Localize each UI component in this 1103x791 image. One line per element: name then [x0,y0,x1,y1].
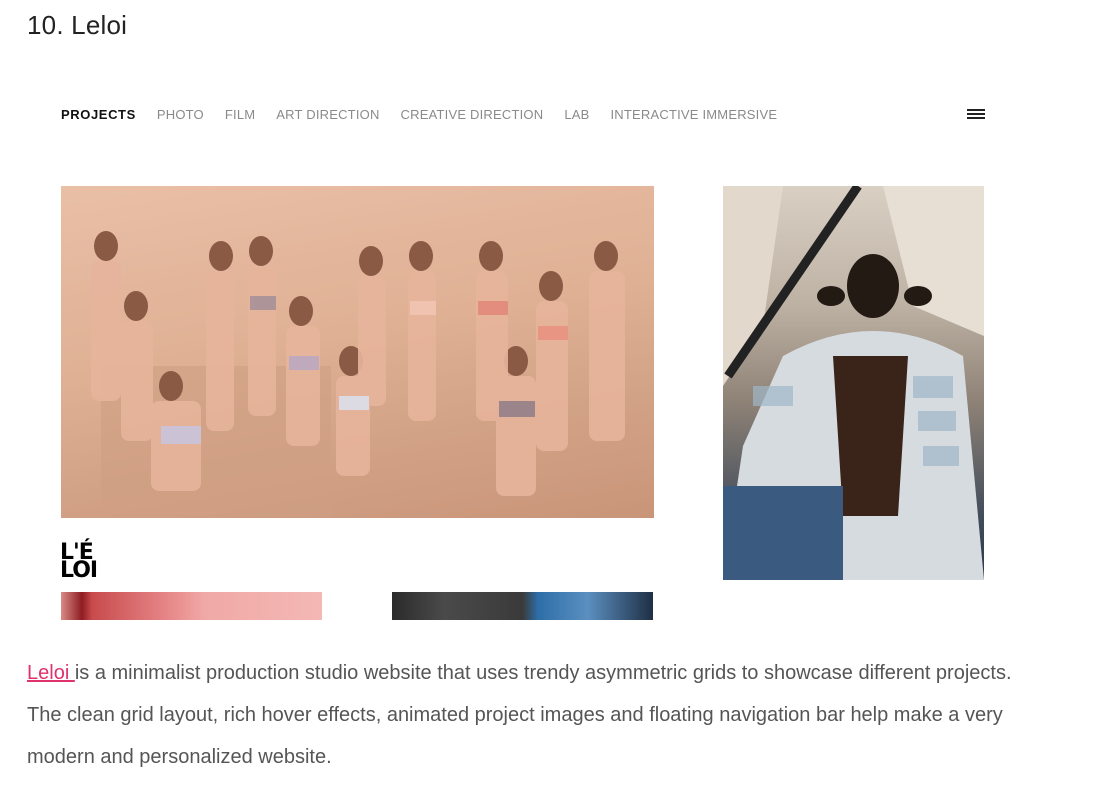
website-screenshot: PROJECTS PHOTO FILM ART DIRECTION CREATI… [0,60,1103,625]
leloi-logo: L'É LOI [60,540,98,583]
portrait-illustration [723,186,984,580]
article-heading: 10. Leloi [27,10,128,40]
nav-item-creative-direction[interactable]: CREATIVE DIRECTION [401,107,544,122]
nav-item-art-direction[interactable]: ART DIRECTION [276,107,379,122]
project-image-group-photo[interactable] [61,186,654,518]
project-image-street[interactable] [392,592,653,620]
group-photo-illustration [91,231,625,516]
leloi-link[interactable]: Leloi [27,662,75,684]
nav-item-photo[interactable]: PHOTO [157,107,204,122]
project-image-portrait[interactable] [723,186,984,580]
top-navigation: PROJECTS PHOTO FILM ART DIRECTION CREATI… [61,107,777,122]
nav-item-projects[interactable]: PROJECTS [61,107,136,122]
hamburger-menu-icon[interactable] [967,107,985,121]
nav-item-film[interactable]: FILM [225,107,255,122]
description-paragraph: Leloi is a minimalist production studio … [27,652,1027,778]
nav-item-interactive-immersive[interactable]: INTERACTIVE IMMERSIVE [610,107,777,122]
nav-item-lab[interactable]: LAB [564,107,589,122]
description-text: is a minimalist production studio websit… [27,662,1012,768]
project-image-red[interactable] [61,592,322,620]
